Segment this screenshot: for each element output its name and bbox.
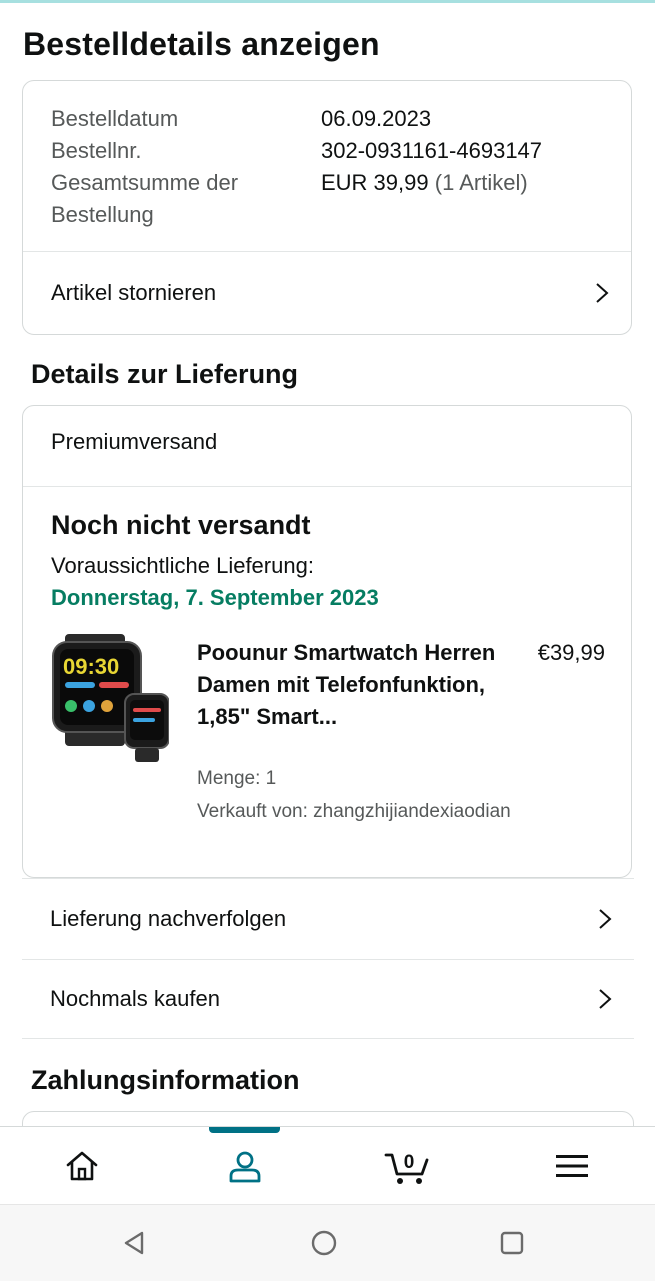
order-number-row: Bestellnr. 302-0931161-4693147 [51,135,542,167]
chevron-right-icon [595,282,609,304]
order-number-value: 302-0931161-4693147 [321,138,543,163]
tab-cart[interactable]: 0 [326,1127,489,1205]
delivery-section-title: Details zur Lieferung [31,359,299,389]
product-price: €39,99 [537,640,605,665]
order-total-items: (1 Artikel) [434,170,528,195]
chevron-right-icon [598,908,612,930]
chevron-right-icon [598,988,612,1010]
top-accent-line [0,0,655,3]
bottom-tab-bar: 0 [0,1126,655,1205]
home-circle-icon [311,1230,337,1256]
order-total-label-line1: Gesamtsumme der [51,170,239,195]
tab-menu[interactable] [490,1127,653,1205]
account-icon [229,1151,260,1183]
order-date-row: Bestelldatum 06.09.2023 [51,103,431,135]
page-title: Bestelldetails anzeigen [23,26,380,62]
order-summary-card: Bestelldatum 06.09.2023 Bestellnr. 302-0… [22,80,632,335]
order-total-label-line2: Bestellung [51,202,154,227]
product-title[interactable]: Poounur Smartwatch Herren Damen mit Tele… [197,637,497,733]
tab-home[interactable] [0,1127,163,1205]
system-back-button[interactable] [94,1205,174,1281]
shipping-method: Premiumversand [51,429,218,454]
back-triangle-icon [124,1231,144,1255]
track-delivery-label: Lieferung nachverfolgen [50,905,287,931]
order-date-value: 06.09.2023 [321,106,432,131]
order-total-value: EUR 39,99 (1 Artikel) [321,167,528,199]
eta-label: Voraussichtliche Lieferung: [51,553,314,578]
product-seller: Verkauft von: zhangzhijiandexiaodian [197,801,511,822]
watch-time: 09:30 [63,654,119,679]
cancel-items-row[interactable]: Artikel stornieren [23,252,631,334]
payment-section-title: Zahlungsinformation [31,1065,300,1095]
track-delivery-row[interactable]: Lieferung nachverfolgen [22,878,634,958]
eta-date: Donnerstag, 7. September 2023 [51,585,379,610]
home-icon [66,1151,97,1181]
cancel-items-label: Artikel stornieren [51,280,217,305]
system-home-button[interactable] [284,1205,364,1281]
shipment-status: Noch nicht versandt [51,510,311,540]
system-navigation-bar [0,1204,655,1281]
smartwatch-icon: 09:30 [52,634,170,762]
order-total-row: Gesamtsumme der Bestellung EUR 39,99 (1 … [51,167,528,231]
cart-count: 0 [403,1152,414,1173]
order-total-amount: EUR 39,99 [321,170,429,195]
product-quantity: Menge: 1 [197,768,277,789]
menu-icon [555,1155,588,1177]
delivery-divider [23,486,631,487]
order-number-label: Bestellnr. [51,138,142,163]
recents-square-icon [500,1231,524,1255]
buy-again-label: Nochmals kaufen [50,986,220,1011]
cart-icon: 0 [384,1152,428,1184]
buy-again-row[interactable]: Nochmals kaufen [22,959,634,1039]
tab-account[interactable] [163,1127,326,1205]
product-image[interactable]: 09:30 [51,634,170,764]
order-date-label: Bestelldatum [51,106,179,131]
system-recents-button[interactable] [472,1205,552,1281]
delivery-card: Premiumversand Noch nicht versandt Vorau… [22,405,632,878]
order-total-label: Gesamtsumme der Bestellung [51,170,238,227]
